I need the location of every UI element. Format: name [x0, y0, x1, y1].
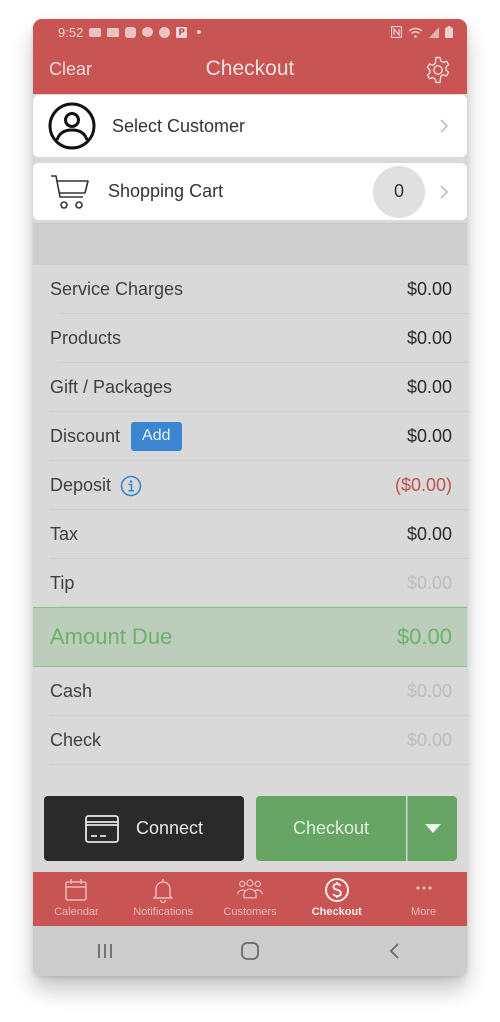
summary-row-products[interactable]: Products $0.00	[33, 314, 467, 363]
summary-row-deposit: Deposit ($0.00)	[33, 461, 467, 510]
dollar-circle-icon	[324, 878, 349, 902]
summary-row-tip[interactable]: Tip $0.00	[33, 559, 467, 607]
system-status-icons	[391, 26, 453, 38]
row-value: $0.00	[406, 572, 452, 593]
row-label: Deposit	[50, 475, 112, 495]
people-icon	[237, 879, 263, 899]
action-buttons: Connect Checkout	[33, 796, 467, 862]
status-time: 9:52	[58, 24, 84, 40]
section-divider	[33, 223, 467, 265]
calendar-icon	[65, 879, 88, 901]
tab-notifications[interactable]: Notifications	[120, 872, 207, 926]
amount-due-value: $0.00	[396, 624, 452, 649]
parking-icon: P	[176, 26, 188, 38]
row-label: Cash	[50, 681, 93, 701]
more-dots-icon	[415, 886, 432, 890]
row-label: Check	[50, 730, 102, 750]
tab-more[interactable]: More	[380, 872, 467, 926]
payment-row-check[interactable]: Check $0.00	[33, 716, 467, 765]
row-label: Tax	[50, 524, 79, 544]
cat-icon	[142, 27, 154, 37]
summary-row-tax: Tax $0.00	[33, 510, 467, 559]
row-label: Discount	[50, 426, 121, 446]
back-icon	[389, 943, 399, 959]
shopping-cart-icon	[51, 174, 89, 209]
caret-down-icon	[424, 824, 441, 833]
amount-due-label: Amount Due	[50, 624, 173, 649]
row-label: Service Charges	[50, 279, 184, 299]
shopping-cart-row[interactable]: Shopping Cart 0	[33, 163, 467, 220]
tab-label: Calendar	[54, 906, 99, 918]
credit-card-icon	[85, 814, 119, 843]
bell-icon	[153, 879, 173, 903]
recent-apps-icon	[98, 944, 113, 958]
info-icon[interactable]	[120, 475, 142, 497]
app-header: Clear Checkout	[33, 45, 467, 94]
nfc-icon	[391, 26, 402, 38]
chevron-right-icon	[440, 184, 449, 199]
select-customer-label: Select Customer	[112, 115, 246, 136]
tab-label: Notifications	[133, 906, 194, 918]
wifi-icon	[408, 27, 423, 38]
tab-label: More	[411, 906, 437, 918]
shopping-cart-label: Shopping Cart	[108, 181, 224, 201]
bottom-tab-bar: Calendar Notifications Customers Checkou…	[33, 872, 467, 926]
status-bar: 9:52 P	[33, 19, 467, 45]
add-discount-button[interactable]: Add	[131, 422, 182, 451]
row-value: $0.00	[406, 681, 452, 701]
user-circle-icon	[48, 102, 96, 150]
battery-icon	[445, 26, 453, 38]
recent-apps-button[interactable]	[33, 942, 178, 960]
row-value: $0.00	[406, 426, 452, 446]
back-button[interactable]	[322, 942, 467, 960]
system-navigation-bar	[33, 926, 467, 976]
checkout-button[interactable]: Checkout	[256, 796, 406, 861]
checkout-options-dropdown[interactable]	[407, 796, 457, 861]
payment-row-cash[interactable]: Cash $0.00	[33, 667, 467, 716]
page-title: Checkout	[205, 57, 295, 80]
summary-row-discount: Discount Add $0.00	[33, 412, 467, 461]
row-label: Products	[50, 328, 122, 348]
message-icon	[89, 27, 102, 37]
row-label: Gift / Packages	[50, 377, 173, 397]
checkout-summary: Service Charges $0.00 Products $0.00 Gif…	[33, 265, 467, 765]
notification-icons: P	[89, 26, 202, 38]
dot-icon	[197, 30, 202, 34]
row-label: Tip	[50, 572, 75, 593]
tab-calendar[interactable]: Calendar	[33, 872, 120, 926]
cnn-icon	[107, 27, 120, 37]
row-value: $0.00	[406, 279, 452, 299]
row-value: $0.00	[406, 377, 452, 397]
tab-label: Customers	[223, 906, 277, 918]
fandango-icon	[159, 26, 171, 38]
phone-screen: 9:52 P Clear Checkout Select Customer Sh…	[33, 19, 467, 976]
tab-label: Checkout	[311, 906, 362, 918]
checkout-label: Checkout	[292, 818, 370, 838]
cart-count-badge: 0	[373, 165, 425, 218]
home-button[interactable]	[178, 941, 323, 961]
row-value: ($0.00)	[394, 475, 452, 495]
chevron-right-icon	[440, 119, 449, 133]
row-value: $0.00	[406, 730, 452, 750]
amount-due-row: Amount Due $0.00	[33, 607, 467, 667]
person-chat-icon	[125, 26, 137, 38]
connect-button[interactable]: Connect	[44, 796, 244, 861]
row-value: $0.00	[406, 328, 452, 348]
home-icon	[241, 942, 259, 960]
summary-row-service-charges[interactable]: Service Charges $0.00	[33, 265, 467, 314]
tab-checkout[interactable]: Checkout	[293, 872, 380, 926]
signal-icon	[429, 26, 439, 38]
connect-label: Connect	[135, 818, 204, 838]
select-customer-row[interactable]: Select Customer	[33, 95, 467, 157]
row-value: $0.00	[406, 524, 452, 544]
summary-row-gift-packages[interactable]: Gift / Packages $0.00	[33, 363, 467, 412]
tab-customers[interactable]: Customers	[207, 872, 294, 926]
gear-icon[interactable]	[423, 55, 453, 85]
